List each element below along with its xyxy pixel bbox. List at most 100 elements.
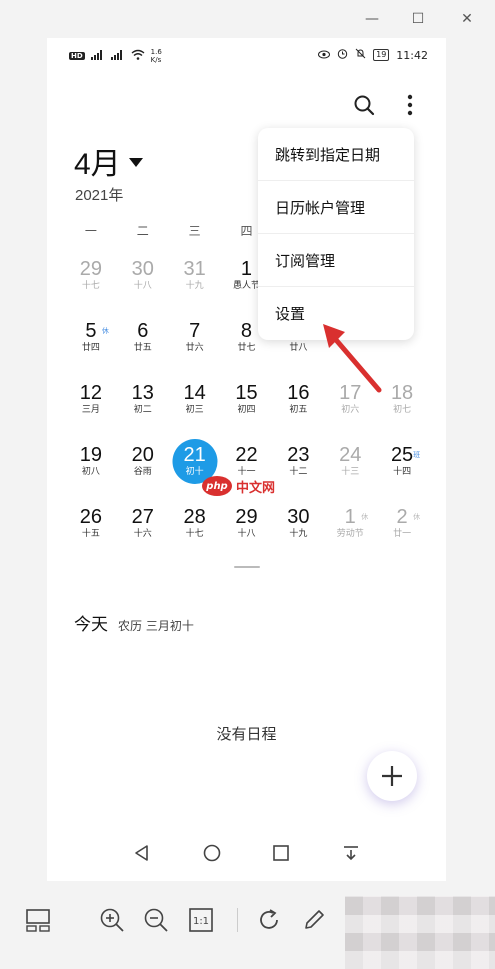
drag-handle[interactable] [234,566,260,568]
status-bar: HD 1.6 K/s 19 11:42 [47,38,446,76]
weekday-label: 二 [136,224,149,238]
day-cell[interactable]: 24 十三 [324,436,376,498]
minimize-button[interactable]: — [360,8,384,30]
rotate-icon[interactable] [255,906,283,934]
lunar-day: 愚人节 [232,281,260,291]
today-label: 今天 [74,615,108,635]
day-number: 23 [287,444,310,466]
day-cell[interactable]: 13 初二 [117,374,169,436]
recents-icon[interactable] [272,844,290,866]
day-number: 27 [131,506,154,528]
lunar-day: 廿七 [237,343,256,353]
more-options-icon[interactable] [398,93,422,117]
lunar-day: 初六 [341,405,360,415]
thumbnail-icon[interactable] [24,906,52,934]
weekday-label: 三 [188,224,201,238]
lunar-day: 十七 [81,281,100,291]
day-number: 6 [137,320,149,342]
day-number: 29 [79,258,103,280]
watermark-text: 中文网 [236,480,276,496]
day-cell[interactable]: 19 初八 [65,436,117,498]
signal-icon [90,49,105,63]
day-number: 30 [131,258,154,280]
menu-item-goto-date[interactable]: 跳转到指定日期 [258,128,414,181]
holiday-badge: 休 [361,513,369,521]
holiday-badge: 休 [101,327,109,335]
lunar-day: 廿八 [289,343,308,353]
add-event-button[interactable] [367,751,417,801]
day-number: 14 [183,382,206,404]
day-cell[interactable]: 2 廿一休 [376,498,428,560]
lunar-day: 廿一 [393,529,412,539]
eye-icon [318,49,331,62]
watermark-php: php [202,476,232,496]
back-icon[interactable] [133,844,151,866]
day-number: 31 [183,258,206,280]
weekday-label: 一 [84,224,97,238]
mute-icon [355,48,366,62]
day-cell[interactable]: 20 谷雨 [117,436,169,498]
day-cell[interactable]: 23 十二 [272,436,324,498]
home-icon[interactable] [203,844,221,866]
day-number: 13 [131,382,154,404]
svg-text:1:1: 1:1 [193,916,209,927]
net-speed: 1.6 K/s [150,48,162,64]
watermark-logo: php 中文网 [202,476,275,496]
day-number: 18 [390,382,414,404]
lunar-date: 农历 三月初十 [118,619,194,633]
notification-pull-icon[interactable] [342,844,360,866]
day-cell[interactable]: 25 十四班 [376,436,428,498]
zoom-out-icon[interactable] [142,906,170,934]
plus-icon [382,766,402,786]
lunar-day: 十八 [133,281,152,291]
day-number: 25 [390,444,414,466]
day-cell[interactable]: 5 廿四休 [65,312,117,374]
day-cell[interactable]: 30 十九 [272,498,324,560]
day-cell[interactable]: 29 十八 [221,498,273,560]
day-cell[interactable]: 1 劳动节 休 [324,498,376,560]
blurred-region-overlay [345,896,495,969]
system-nav-bar [47,838,446,872]
day-number: 24 [339,444,362,466]
edit-pencil-icon[interactable] [300,906,328,934]
close-button[interactable]: ✕ [455,8,479,30]
hd-icon: HD [69,52,85,60]
lunar-day: 十四 [393,467,412,477]
day-cell[interactable]: 12 三月 [65,374,117,436]
phone-screen: HD 1.6 K/s 19 11:42 4月 2021年 一 二 三 四 29 … [47,38,446,881]
lunar-day: 十五 [81,529,100,539]
day-number: 29 [235,506,258,528]
menu-item-subscriptions[interactable]: 订阅管理 [258,234,414,287]
year-label: 2021年 [75,187,124,204]
day-number: 30 [287,506,310,528]
day-cell[interactable]: 29 十七 [65,250,117,312]
day-number: 21 [183,444,206,466]
day-cell[interactable]: 6 廿五 [117,312,169,374]
lunar-day: 初十 [185,467,204,477]
day-cell[interactable]: 27 十六 [117,498,169,560]
holiday-badge: 休 [413,513,421,521]
day-cell[interactable]: 7 廿六 [169,312,221,374]
zoom-in-icon[interactable] [98,906,126,934]
day-number: 7 [189,320,201,342]
day-cell[interactable]: 31 十九 [169,250,221,312]
lunar-day: 十九 [185,281,204,291]
lunar-day: 廿四 [81,343,100,353]
day-number: 1 [240,258,253,280]
month-label: 4月 [74,148,121,181]
day-cell[interactable]: 15 初四 [221,374,273,436]
day-cell[interactable]: 28 十七 [169,498,221,560]
actual-size-icon[interactable]: 1:1 [187,906,215,934]
day-cell[interactable]: 30 十八 [117,250,169,312]
day-cell[interactable]: 26 十五 [65,498,117,560]
clock: 11:42 [396,48,428,62]
caret-down-icon [128,157,143,167]
menu-item-accounts[interactable]: 日历帐户管理 [258,181,414,234]
day-number: 8 [240,320,253,342]
viewer-toolbar: 1:1 [0,886,495,969]
day-number: 20 [131,444,154,466]
day-cell[interactable]: 14 初三 [169,374,221,436]
month-selector[interactable]: 4月 [74,139,143,183]
search-icon[interactable] [352,93,376,117]
maximize-button[interactable]: ☐ [406,8,430,30]
